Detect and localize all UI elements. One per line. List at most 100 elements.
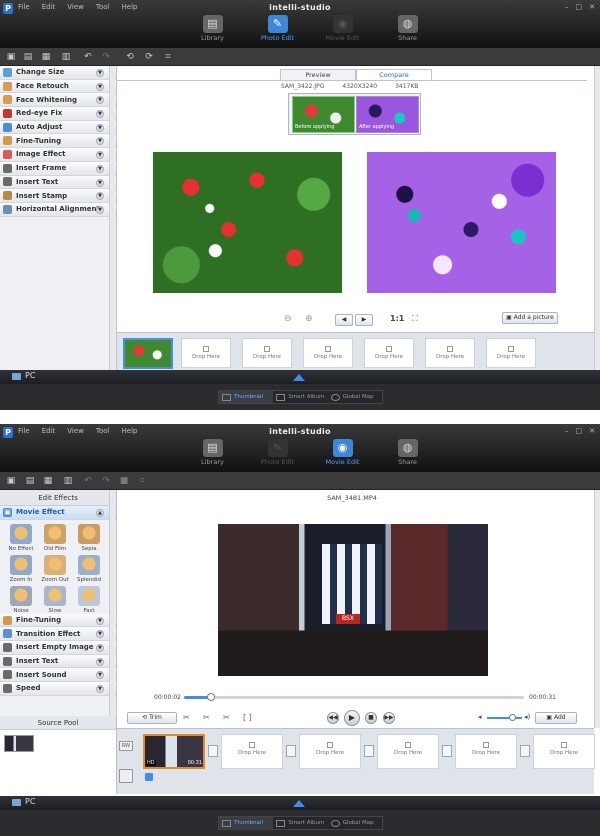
transition-slot[interactable] <box>520 745 530 757</box>
expand-icon[interactable]: ▼ <box>96 657 104 666</box>
tab-library[interactable]: ▤ Library <box>180 15 245 48</box>
expand-icon[interactable]: ▼ <box>96 616 104 625</box>
expand-icon[interactable]: ▼ <box>96 123 104 132</box>
stop-icon[interactable]: ■ <box>118 475 130 487</box>
expand-icon[interactable]: ▼ <box>96 685 104 694</box>
undo-icon[interactable]: ↶ <box>82 475 94 487</box>
save-as-icon[interactable]: ▦ <box>42 475 54 487</box>
effect-slow[interactable]: Slow <box>38 585 72 614</box>
tab-preview[interactable]: Preview <box>280 69 356 80</box>
expand-icon[interactable]: ▼ <box>96 82 104 91</box>
expand-icon[interactable]: ▼ <box>96 137 104 146</box>
drop-slot[interactable]: Drop Here <box>533 734 595 769</box>
undo-icon[interactable]: ↶ <box>82 51 94 63</box>
drop-slot[interactable]: Drop Here <box>181 338 231 368</box>
close-button[interactable]: ✕ <box>589 3 595 11</box>
view-tab-smart-album[interactable]: Smart Album <box>273 817 327 829</box>
rotate-right-icon[interactable]: ⟳ <box>143 51 155 63</box>
storyboard-toggle-icon[interactable]: RW <box>119 741 133 751</box>
view-tab-global-map[interactable]: Global Map <box>328 817 382 829</box>
view-tab-thumbnail[interactable]: Thumbnail <box>219 391 274 403</box>
view-tab-global-map[interactable]: Global Map <box>328 391 382 403</box>
sidebar-item-auto-adjust[interactable]: Auto Adjust ▼ <box>0 120 116 135</box>
save-as-icon[interactable]: ▤ <box>22 51 34 63</box>
drop-slot[interactable]: Drop Here <box>425 338 475 368</box>
sidebar-item-transition-effect[interactable]: Transition Effect ▼ <box>0 627 116 642</box>
drop-slot[interactable]: Drop Here <box>242 338 292 368</box>
play-button[interactable]: ▶ <box>344 710 360 726</box>
sidebar-item-insert-text[interactable]: Insert Text ▼ <box>0 175 116 190</box>
source-clip-thumb[interactable] <box>4 735 34 752</box>
tab-compare[interactable]: Compare <box>356 69 432 80</box>
expand-panel-icon[interactable] <box>293 374 305 381</box>
after-thumb[interactable]: After applying <box>356 96 419 133</box>
split-icon[interactable]: ✂ <box>183 713 190 722</box>
sidebar-item-image-effect[interactable]: Image Effect ▼ <box>0 148 116 162</box>
cut-start-icon[interactable]: ✂ <box>203 713 210 722</box>
tab-share[interactable]: ◍ Share <box>375 439 440 472</box>
sidebar-item-fine-tuning[interactable]: Fine-Tuning ▼ <box>0 613 116 628</box>
effect-splendid[interactable]: Splendid <box>72 554 106 583</box>
drop-slot[interactable]: Drop Here <box>303 338 353 368</box>
print-icon[interactable]: ▦ <box>40 51 52 63</box>
add-button[interactable]: ▣ Add <box>535 712 577 724</box>
sidebar-item-speed[interactable]: Speed ▼ <box>0 682 116 696</box>
movie-effect-header[interactable]: ▣ Movie Effect ▲ <box>0 506 116 520</box>
seek-thumb[interactable] <box>207 693 216 701</box>
drop-slot[interactable]: Drop Here <box>364 338 414 368</box>
export-icon[interactable]: ▥ <box>62 475 74 487</box>
sidebar-item-insert-frame[interactable]: Insert Frame ▼ <box>0 161 116 176</box>
maximize-button[interactable]: □ <box>576 3 583 11</box>
tab-share[interactable]: ◍ Share <box>375 15 440 48</box>
close-button[interactable]: ✕ <box>589 427 595 435</box>
next-button[interactable]: ▶ <box>355 314 373 326</box>
transition-slot[interactable] <box>442 745 452 757</box>
drop-slot[interactable]: Drop Here <box>299 734 361 769</box>
zoom-out-icon[interactable]: ⊖ <box>284 314 292 324</box>
effect-zoom-out[interactable]: Zoom Out <box>38 554 72 583</box>
clip-audio-icon[interactable] <box>145 773 153 781</box>
compare-view-icon[interactable]: ▥ <box>60 51 72 63</box>
redo-icon[interactable]: ↷ <box>100 51 112 63</box>
minimize-button[interactable]: – <box>565 427 569 435</box>
zoom-in-icon[interactable]: ⊕ <box>305 314 313 324</box>
tab-library[interactable]: ▤ Library <box>180 439 245 472</box>
effect-fast[interactable]: Fast <box>72 585 106 614</box>
transition-slot[interactable] <box>364 745 374 757</box>
prev-button[interactable]: ◀ <box>335 314 353 326</box>
sidebar-scrollbar[interactable] <box>109 66 115 370</box>
expand-icon[interactable]: ▼ <box>96 110 104 119</box>
effect-no-effect[interactable]: No Effect <box>4 523 38 552</box>
sidebar-item-insert-empty-image[interactable]: Insert Empty Image ▼ <box>0 641 116 655</box>
minimize-button[interactable]: – <box>565 3 569 11</box>
sidebar-item-insert-stamp[interactable]: Insert Stamp ▼ <box>0 189 116 203</box>
expand-icon[interactable]: ▼ <box>96 151 104 160</box>
rotate-left-icon[interactable]: ⟲ <box>124 51 136 63</box>
effect-zoom-in[interactable]: Zoom In <box>4 554 38 583</box>
sidebar-item-insert-sound[interactable]: Insert Sound ▼ <box>0 668 116 683</box>
mark-in-out-icon[interactable]: [ ] <box>243 713 252 722</box>
audio-track-icon[interactable] <box>119 769 133 783</box>
volume-thumb[interactable] <box>509 714 516 721</box>
strip-thumb-selected[interactable] <box>123 338 173 369</box>
collapse-icon[interactable]: ▲ <box>96 509 104 517</box>
drop-slot[interactable]: Drop Here <box>455 734 517 769</box>
sidebar-item-red-eye-fix[interactable]: Red-eye Fix ▼ <box>0 107 116 121</box>
stop-button[interactable]: ■ <box>365 712 377 724</box>
sidebar-item-fine-tuning[interactable]: Fine-Tuning ▼ <box>0 134 116 149</box>
redo-icon[interactable]: ↷ <box>100 475 112 487</box>
open-icon[interactable]: ▣ <box>5 475 17 487</box>
expand-icon[interactable]: ▼ <box>96 164 104 173</box>
expand-icon[interactable]: ▼ <box>96 69 104 77</box>
drop-slot[interactable]: Drop Here <box>486 338 536 368</box>
view-tab-thumbnail[interactable]: Thumbnail <box>219 817 274 829</box>
sidebar-scrollbar[interactable] <box>109 490 115 716</box>
cut-end-icon[interactable]: ✂ <box>223 713 230 722</box>
content-scrollbar[interactable] <box>594 490 600 728</box>
drop-slot[interactable]: Drop Here <box>221 734 283 769</box>
timeline-icon[interactable]: ⌗ <box>136 475 148 487</box>
expand-panel-icon[interactable] <box>293 800 305 807</box>
add-picture-button[interactable]: ▣ Add a picture <box>502 312 558 324</box>
expand-icon[interactable]: ▼ <box>96 178 104 187</box>
effect-old-film[interactable]: Old Film <box>38 523 72 552</box>
